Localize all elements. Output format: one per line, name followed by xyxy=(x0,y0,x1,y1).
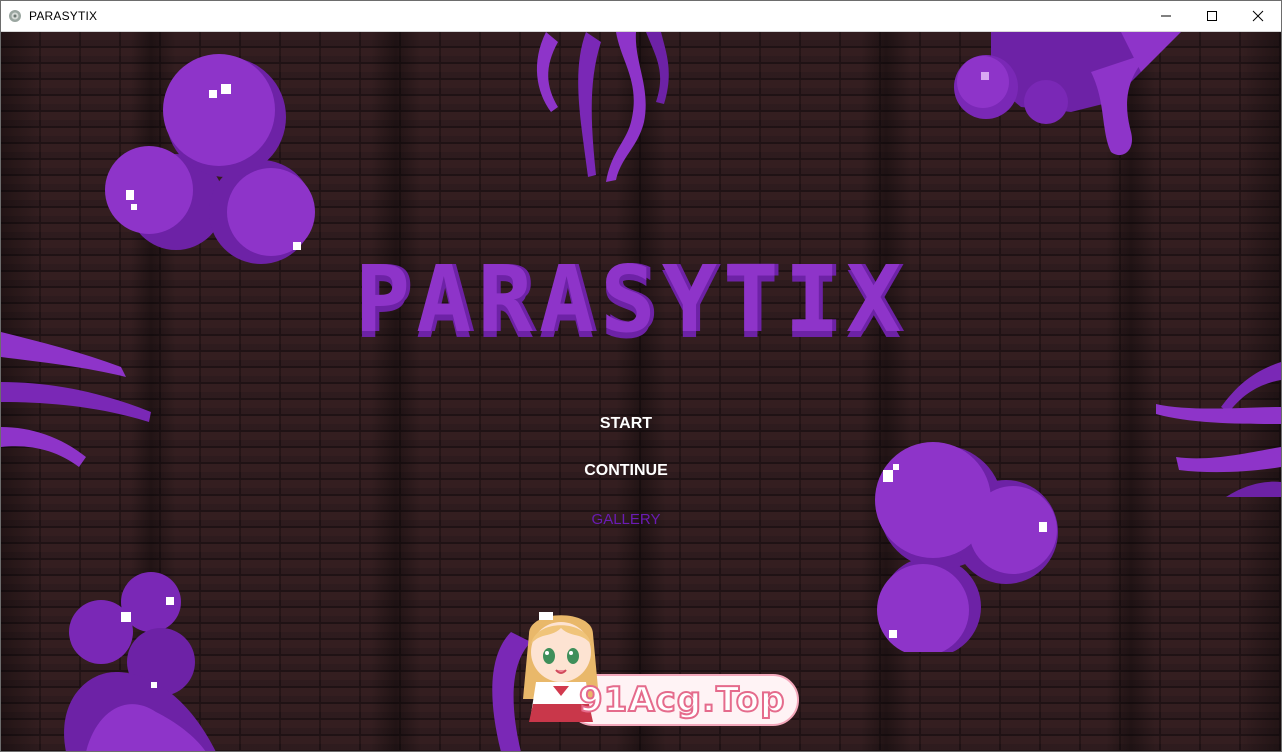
parasite-egg-cluster-right xyxy=(875,442,1058,652)
parasite-egg-cluster-top-left xyxy=(105,54,315,264)
close-button[interactable] xyxy=(1235,1,1281,31)
title-screen: PARASYTIX START CONTINUE GALLERY 91Acg.T… xyxy=(1,32,1281,751)
tentacles-right xyxy=(1156,362,1281,497)
start-button[interactable]: START xyxy=(600,412,652,436)
watermark: 91Acg.Top xyxy=(501,604,801,726)
gallery-button[interactable]: GALLERY xyxy=(592,508,661,532)
close-icon xyxy=(1252,10,1264,22)
minimize-button[interactable] xyxy=(1143,1,1189,31)
parasite-top-right xyxy=(954,32,1181,156)
maximize-icon xyxy=(1207,11,1217,21)
window-title: PARASYTIX xyxy=(29,9,98,23)
parasite-bottom-left xyxy=(64,572,216,751)
game-logo: PARASYTIX xyxy=(354,246,908,353)
app-icon xyxy=(9,10,21,22)
watermark-text: 91Acg.Top xyxy=(578,679,786,721)
main-menu: START CONTINUE GALLERY xyxy=(541,412,711,532)
maximize-button[interactable] xyxy=(1189,1,1235,31)
continue-button[interactable]: CONTINUE xyxy=(584,459,668,483)
minimize-icon xyxy=(1161,15,1171,17)
game-window: PARASYTIX PARASYTIX START CONTINUE GALLE… xyxy=(0,0,1282,752)
window-controls xyxy=(1143,1,1281,31)
title-bar[interactable]: PARASYTIX xyxy=(1,1,1281,32)
tentacles-top-center xyxy=(536,32,669,182)
tentacles-left xyxy=(1,332,151,467)
